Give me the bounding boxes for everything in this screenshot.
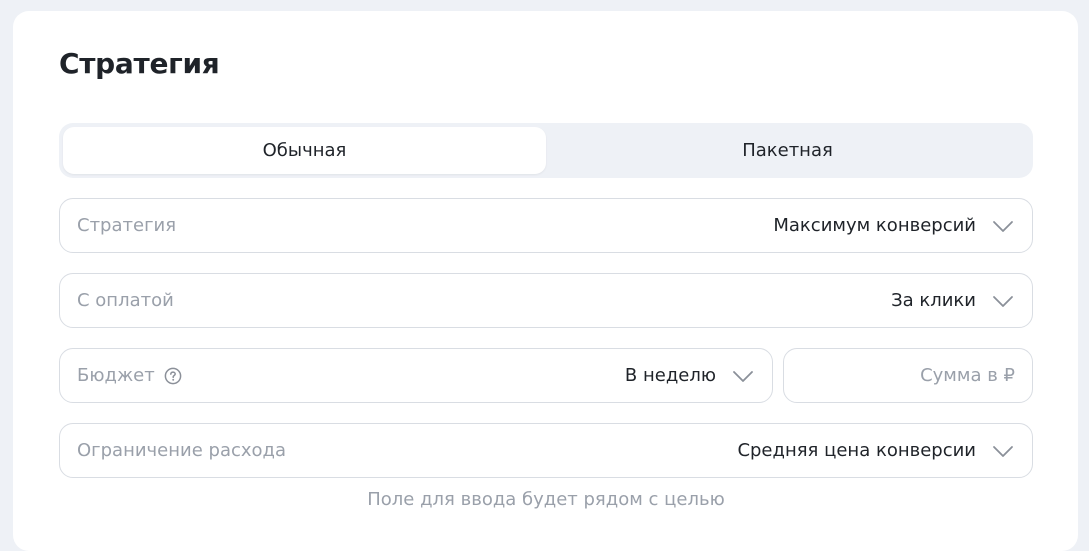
budget-label-text: Бюджет (77, 365, 155, 386)
chevron-down-icon (993, 221, 1013, 232)
budget-period-select[interactable]: Бюджет В неделю (59, 348, 773, 403)
strategy-label-text: Стратегия (77, 215, 177, 236)
payment-select[interactable]: С оплатой За клики (59, 273, 1033, 328)
question-circle-icon[interactable] (164, 367, 182, 385)
budget-amount-field (783, 348, 1033, 403)
chevron-down-icon (993, 296, 1013, 307)
tab-package[interactable]: Пакетная (546, 127, 1029, 174)
spend-limit-label: Ограничение расхода (77, 440, 286, 461)
chevron-down-icon (993, 446, 1013, 457)
strategy-value: Максимум конверсий (773, 215, 976, 236)
payment-label: С оплатой (77, 290, 174, 311)
section-title: Стратегия (59, 47, 220, 80)
strategy-type-switch: Обычная Пакетная (59, 123, 1033, 178)
strategy-select[interactable]: Стратегия Максимум конверсий (59, 198, 1033, 253)
chevron-down-icon (733, 371, 753, 382)
payment-label-text: С оплатой (77, 290, 174, 311)
budget-label: Бюджет (77, 365, 182, 386)
budget-period-value: В неделю (624, 365, 716, 386)
strategy-label: Стратегия (77, 215, 176, 236)
tab-regular[interactable]: Обычная (63, 127, 546, 174)
spend-limit-select[interactable]: Ограничение расхода Средняя цена конверс… (59, 423, 1033, 478)
budget-amount-input[interactable] (785, 350, 1031, 401)
strategy-card: Стратегия Обычная Пакетная Стратегия Мак… (13, 11, 1078, 551)
spend-limit-label-text: Ограничение расхода (77, 440, 287, 461)
payment-value: За клики (891, 290, 976, 311)
spend-limit-value: Средняя цена конверсии (737, 440, 976, 461)
input-hint: Поле для ввода будет рядом с целью (367, 489, 725, 510)
